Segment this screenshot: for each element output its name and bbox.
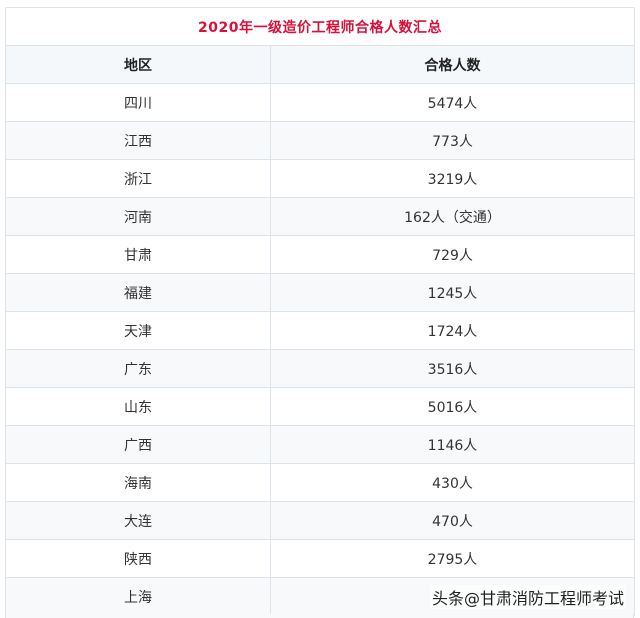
- watermark-text: 头条@甘肃消防工程师考试: [429, 585, 626, 609]
- pass-count-cell: 470人: [270, 501, 635, 540]
- region-cell: 山东: [5, 387, 271, 426]
- pass-count-table: 2020年一级造价工程师合格人数汇总 地区 合格人数 四川 5474人 江西 773人…: [5, 7, 635, 616]
- region-cell: 浙江: [5, 159, 271, 198]
- region-cell: 大连: [5, 501, 271, 540]
- table-row: 四川 5474人: [5, 83, 635, 122]
- pass-count-cell: 1245人: [270, 273, 635, 312]
- region-cell: 福建: [5, 273, 271, 312]
- region-cell: 上海: [5, 577, 271, 616]
- table-row: 天津 1724人: [5, 311, 635, 350]
- region-cell: 天津: [5, 311, 271, 350]
- table-continuation: [5, 614, 634, 618]
- pass-count-cell: 1146人: [270, 425, 635, 464]
- table-row: 浙江 3219人: [5, 159, 635, 198]
- table-header-row: 地区 合格人数: [5, 45, 635, 84]
- region-cell: 甘肃: [5, 235, 271, 274]
- pass-count-cell: 3516人: [270, 349, 635, 388]
- pass-count-cell: 3219人: [270, 159, 635, 198]
- table-row: 大连 470人: [5, 501, 635, 540]
- table-row: 广东 3516人: [5, 349, 635, 388]
- region-cell: 四川: [5, 83, 271, 122]
- region-cell: 广西: [5, 425, 271, 464]
- pass-count-cell: 5016人: [270, 387, 635, 426]
- pass-count-cell: 729人: [270, 235, 635, 274]
- pass-count-cell: 5474人: [270, 83, 635, 122]
- region-cell: 广东: [5, 349, 271, 388]
- pass-count-cell: 162人（交通）: [270, 197, 635, 236]
- table-row: 甘肃 729人: [5, 235, 635, 274]
- table-title: 2020年一级造价工程师合格人数汇总: [5, 7, 635, 46]
- table-title-row: 2020年一级造价工程师合格人数汇总: [5, 7, 635, 46]
- summary-table-container: 2020年一级造价工程师合格人数汇总 地区 合格人数 四川 5474人 江西 773人…: [5, 7, 635, 616]
- table-row: 陕西 2795人: [5, 539, 635, 578]
- table-row: 福建 1245人: [5, 273, 635, 312]
- region-cell: 海南: [5, 463, 271, 502]
- region-cell: 江西: [5, 121, 271, 160]
- table-row: 河南 162人（交通）: [5, 197, 635, 236]
- region-cell: 河南: [5, 197, 271, 236]
- pass-count-cell: 2795人: [270, 539, 635, 578]
- pass-count-cell: 1724人: [270, 311, 635, 350]
- table-row: 山东 5016人: [5, 387, 635, 426]
- header-pass-count: 合格人数: [270, 45, 635, 84]
- table-row: 海南 430人: [5, 463, 635, 502]
- table-row: 广西 1146人: [5, 425, 635, 464]
- pass-count-cell: 430人: [270, 463, 635, 502]
- region-cell: 陕西: [5, 539, 271, 578]
- pass-count-cell: 773人: [270, 121, 635, 160]
- table-row: 江西 773人: [5, 121, 635, 160]
- header-region: 地区: [5, 45, 271, 84]
